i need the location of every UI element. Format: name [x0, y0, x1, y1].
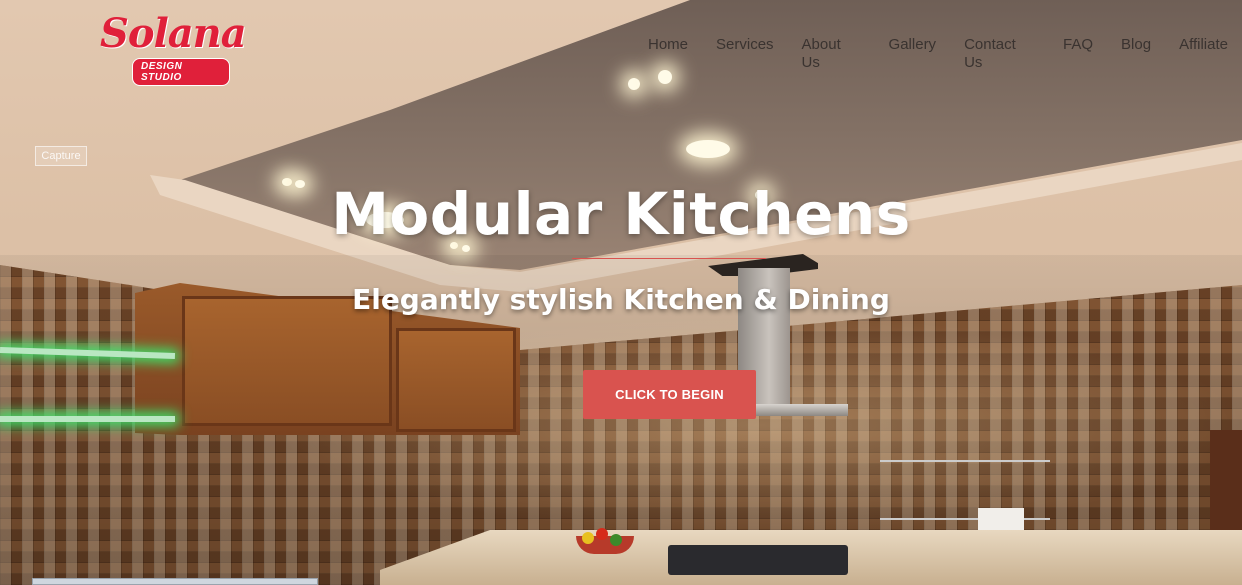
main-nav: Home Services About Us Gallery Contact U…	[634, 36, 1242, 72]
bottom-scroll-strip[interactable]	[32, 578, 318, 585]
nav-home[interactable]: Home	[634, 36, 702, 72]
nav-faq[interactable]: FAQ	[1049, 36, 1107, 72]
hero-subtitle: Elegantly stylish Kitchen & Dining	[352, 283, 890, 316]
ceiling-light	[658, 70, 672, 84]
nav-blog[interactable]: Blog	[1107, 36, 1165, 72]
hero-divider	[572, 258, 766, 259]
nav-affiliate[interactable]: Affiliate	[1165, 36, 1242, 72]
click-to-begin-button[interactable]: CLICK TO BEGIN	[583, 370, 756, 419]
nav-gallery[interactable]: Gallery	[875, 36, 951, 72]
brand-tagline: DESIGN STUDIO	[132, 58, 230, 86]
capture-button[interactable]: Capture	[35, 146, 87, 166]
fruit	[610, 534, 622, 546]
brand-name: Solana	[100, 10, 247, 57]
ceiling-light	[628, 78, 640, 90]
nav-services[interactable]: Services	[702, 36, 788, 72]
brand-logo[interactable]: Solana DESIGN STUDIO	[100, 14, 247, 86]
fruit	[596, 528, 608, 540]
hero-title: Modular Kitchens	[331, 180, 911, 248]
nav-contact-us[interactable]: Contact Us	[950, 36, 1049, 72]
cabinet-door	[396, 328, 516, 432]
nav-about-us[interactable]: About Us	[788, 36, 875, 72]
ceiling-light	[686, 140, 730, 158]
fruit	[582, 532, 594, 544]
gas-stove	[668, 545, 848, 575]
spice-rack	[880, 460, 1050, 520]
glass-shelf	[0, 416, 175, 422]
